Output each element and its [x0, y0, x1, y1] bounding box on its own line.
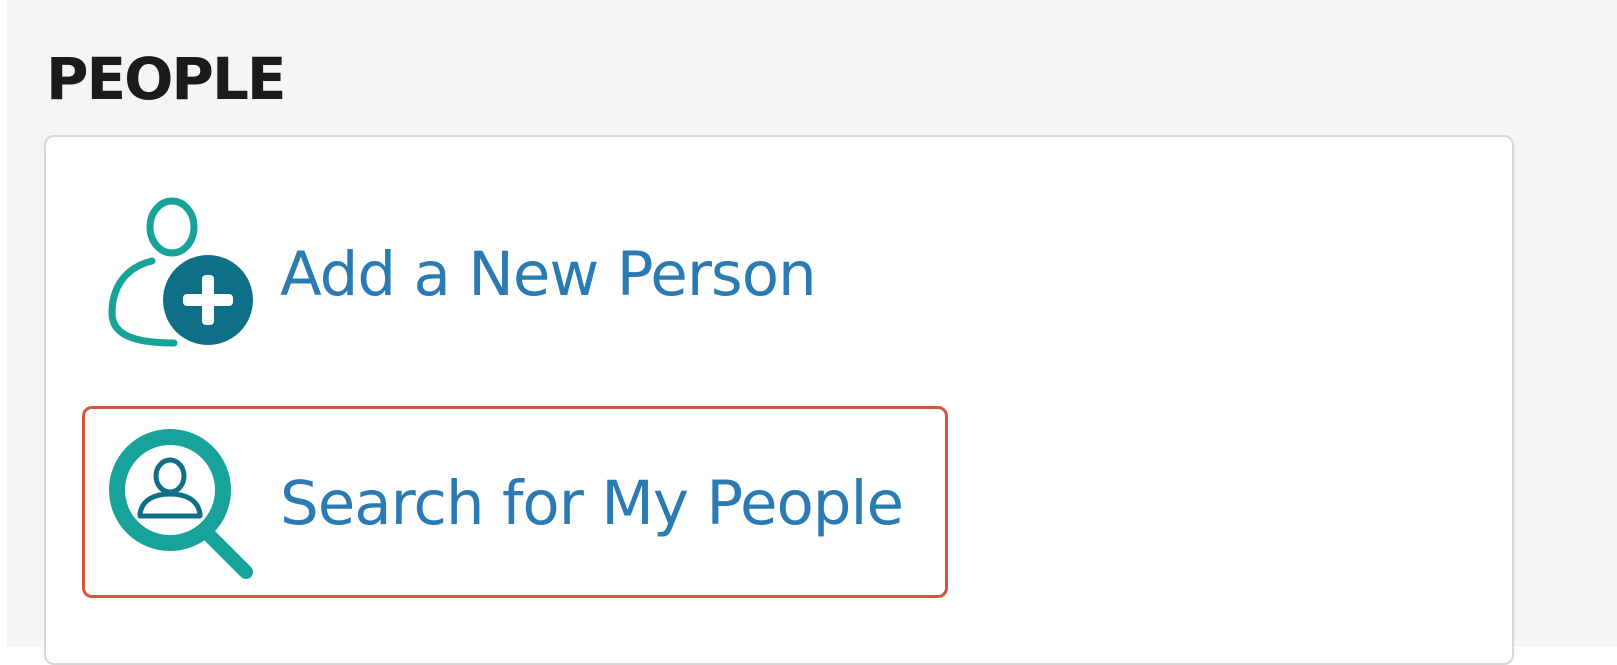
add-new-person-link[interactable]: Add a New Person	[104, 195, 817, 355]
person-search-icon	[109, 429, 253, 579]
section-title: PEOPLE	[46, 45, 287, 113]
search-my-people-label: Search for My People	[280, 468, 904, 539]
add-new-person-label: Add a New Person	[280, 239, 817, 310]
add-person-icon	[108, 197, 257, 349]
search-my-people-link[interactable]: Search for My People	[104, 424, 904, 584]
